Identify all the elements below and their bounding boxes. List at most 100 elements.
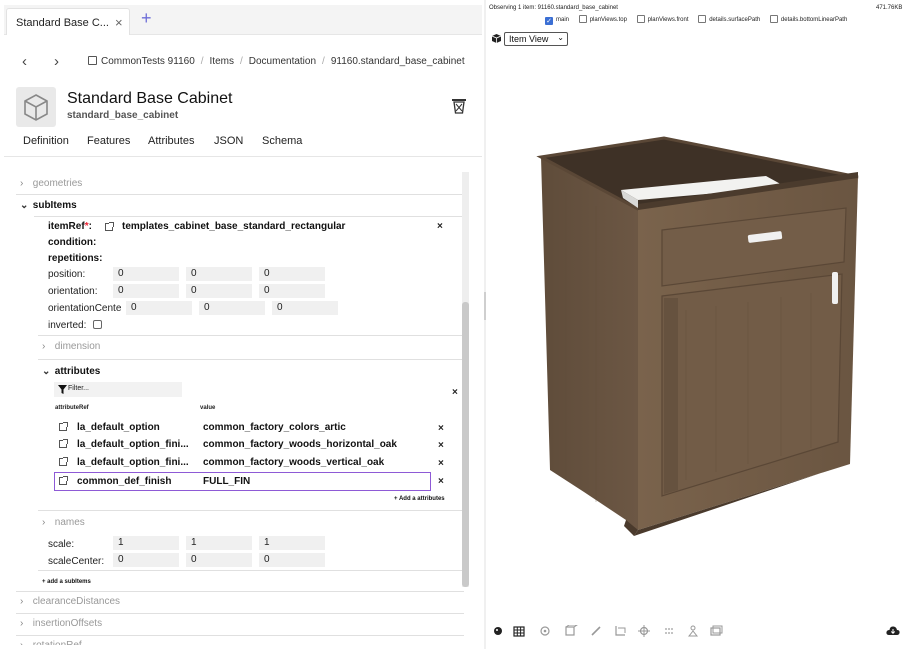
scale-x-input[interactable]: 1 (113, 536, 179, 550)
orientation-z-input[interactable]: 0 (259, 284, 325, 298)
tree-node-names[interactable]: › names (42, 517, 85, 528)
remove-attribute-icon[interactable]: × (438, 423, 444, 434)
breadcrumb: CommonTests 91160/Items / Documentation/91… (88, 56, 465, 67)
breadcrumb-item[interactable]: Items (210, 56, 234, 67)
external-link-icon[interactable] (59, 439, 68, 448)
item-thumbnail (16, 87, 56, 127)
tree-node-attributes[interactable]: ⌄ attributes (42, 366, 100, 377)
external-link-icon[interactable] (105, 222, 114, 231)
tree-node-insertion-offsets[interactable]: › insertionOffsets (20, 618, 102, 629)
breadcrumb-item[interactable]: 91160.standard_base_cabinet (331, 56, 465, 67)
checkbox[interactable] (578, 15, 587, 23)
attribute-value: common_factory_colors_artic (203, 422, 346, 433)
chevron-left-icon[interactable]: ‹ (22, 53, 27, 70)
remove-attribute-icon[interactable]: × (438, 458, 444, 469)
orientation-center-y-input[interactable]: 0 (199, 301, 265, 315)
scale-z-input[interactable]: 1 (259, 536, 325, 550)
crosshair-icon[interactable] (638, 625, 650, 637)
layer-main[interactable]: ✓ main (545, 17, 569, 25)
tab-json[interactable]: JSON (214, 135, 243, 147)
position-x-input[interactable]: 0 (113, 267, 179, 281)
filter-icon (58, 385, 67, 394)
remove-attribute-icon[interactable]: × (438, 476, 444, 487)
scrollbar-thumb[interactable] (462, 302, 469, 587)
tree-node-clearance-distances[interactable]: › clearanceDistances (20, 596, 120, 607)
layer-planviews-front[interactable]: planViews.front (636, 15, 689, 23)
viewer-pane: Observing 1 item: 91160.standard_base_ca… (486, 0, 918, 649)
breadcrumb-item[interactable]: Documentation (249, 56, 316, 67)
condition-label: condition: (48, 237, 97, 248)
layer-details-bottomlinearpath[interactable]: details.bottomLinearPath (769, 15, 847, 23)
attribute-row-selected[interactable]: common_def_finish FULL_FIN (54, 472, 431, 491)
clear-filter-icon[interactable]: × (452, 387, 458, 398)
checkbox[interactable] (698, 15, 707, 23)
cloud-download-icon[interactable] (886, 625, 900, 637)
scale-center-y-input[interactable]: 0 (186, 553, 252, 567)
navigation-bar: ‹ › CommonTests 91160/Items / Documentatio… (4, 47, 482, 77)
dots-grid-icon[interactable] (665, 628, 673, 634)
cube-icon (24, 94, 48, 121)
layer-planviews-top[interactable]: planViews.top (578, 15, 627, 23)
orientation-center-x-input[interactable]: 0 (126, 301, 192, 315)
tree-node-geometries[interactable]: › geometries (20, 178, 82, 189)
attribute-value: common_factory_woods_vertical_oak (203, 457, 385, 468)
inverted-label: inverted: (48, 320, 87, 331)
crop-icon[interactable] (615, 626, 626, 636)
tab-schema[interactable]: Schema (262, 135, 302, 147)
orientation-x-input[interactable]: 0 (113, 284, 179, 298)
column-header-value: value (200, 405, 216, 411)
remove-itemref-icon[interactable]: × (437, 221, 443, 232)
itemref-value[interactable]: templates_cabinet_base_standard_rectangu… (122, 221, 345, 232)
orientation-y-input[interactable]: 0 (186, 284, 252, 298)
user-location-icon[interactable] (687, 625, 699, 637)
section-tabs: Definition Features Attributes JSON Sche… (4, 135, 482, 157)
database-icon (88, 56, 97, 65)
external-link-icon[interactable] (59, 457, 68, 466)
scale-center-x-input[interactable]: 0 (113, 553, 179, 567)
compass-icon[interactable] (540, 626, 550, 636)
add-subitems-button[interactable]: + add a subItems (42, 579, 91, 585)
attribute-row[interactable]: la_default_option_fini... common_factory… (54, 437, 431, 454)
grid-icon[interactable] (513, 626, 525, 637)
chevron-right-icon[interactable]: › (54, 53, 59, 70)
remove-attribute-icon[interactable]: × (438, 440, 444, 451)
tab-features[interactable]: Features (87, 135, 130, 147)
brush-icon[interactable] (591, 626, 601, 636)
add-attributes-button[interactable]: + Add a attributes (394, 496, 445, 502)
scale-center-z-input[interactable]: 0 (259, 553, 325, 567)
attribute-row[interactable]: la_default_option common_factory_colors_… (54, 420, 431, 437)
external-link-icon[interactable] (59, 476, 68, 485)
viewer-toolbar (494, 624, 734, 639)
attribute-ref: la_default_option (77, 422, 160, 433)
tree-node-partial[interactable]: › rotationRef (20, 640, 82, 645)
add-tab-icon[interactable]: + (141, 8, 152, 29)
box-icon[interactable] (565, 624, 579, 636)
orientation-center-z-input[interactable]: 0 (272, 301, 338, 315)
scale-y-input[interactable]: 1 (186, 536, 252, 550)
palette-icon[interactable] (494, 627, 502, 635)
close-icon[interactable]: × (115, 15, 123, 30)
tab-definition[interactable]: Definition (23, 135, 69, 147)
position-z-input[interactable]: 0 (259, 267, 325, 281)
tree-node-subitems[interactable]: ⌄ subItems (20, 200, 77, 211)
external-link-icon[interactable] (59, 422, 68, 431)
breadcrumb-item[interactable]: CommonTests 91160 (101, 56, 195, 67)
checkbox[interactable] (769, 15, 778, 23)
orientation-center-label: orientationCente (48, 303, 122, 314)
observing-text: Observing 1 item: 91160.standard_base_ca… (489, 5, 618, 11)
checkbox-checked[interactable]: ✓ (545, 17, 553, 25)
inverted-checkbox[interactable] (93, 320, 102, 329)
layers-icon[interactable] (710, 625, 723, 636)
tree-node-dimension[interactable]: › dimension (42, 341, 100, 352)
cabinet-3d-render[interactable] (486, 40, 918, 640)
trash-icon[interactable] (450, 97, 468, 120)
tab-attributes[interactable]: Attributes (148, 135, 194, 147)
filter-input[interactable]: Filter... (54, 382, 182, 397)
attribute-row[interactable]: la_default_option_fini... common_factory… (54, 455, 431, 472)
tree-scrollbar[interactable] (462, 172, 469, 587)
item-header: Standard Base Cabinet standard_base_cabi… (4, 87, 482, 127)
tab-standard-base-cabinet[interactable]: Standard Base C... × (6, 8, 130, 35)
checkbox[interactable] (636, 15, 645, 23)
position-y-input[interactable]: 0 (186, 267, 252, 281)
layer-details-surfacepath[interactable]: details.surfacePath (698, 15, 760, 23)
